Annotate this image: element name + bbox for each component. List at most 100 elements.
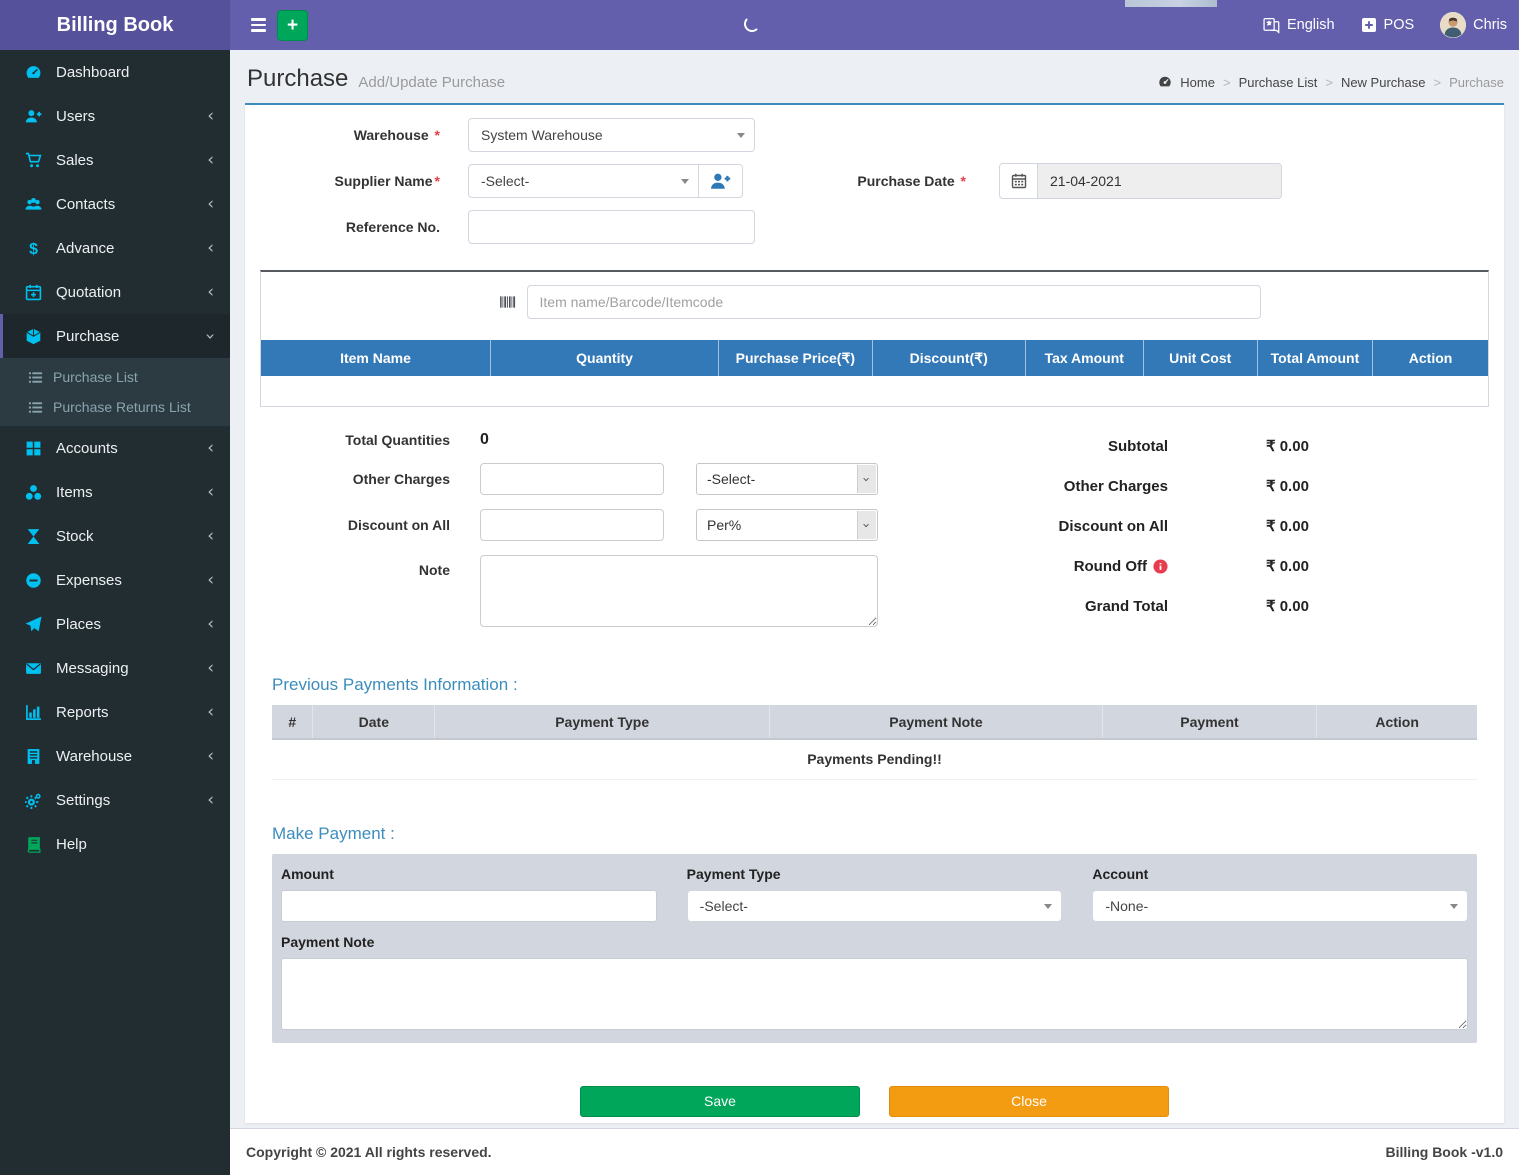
chevron-down-icon: ‹ [200, 332, 221, 340]
breadcrumb-separator: > [1433, 74, 1442, 90]
previous-payments-table: # Date Payment Type Payment Note Payment Acti… [272, 705, 1477, 780]
chevron-down-icon: ‹ [857, 511, 876, 539]
sidebar-item-contacts[interactable]: Contacts ‹ [0, 182, 230, 226]
purchase-date-input[interactable] [1038, 164, 1281, 198]
total-quantities-value: 0 [480, 431, 489, 448]
sidebar-item-label: Purchase [56, 327, 120, 345]
chevron-down-icon [681, 179, 689, 184]
sidebar-item-label: Stock [56, 527, 94, 545]
sidebar-item-users[interactable]: Users ‹ [0, 94, 230, 138]
sidebar-item-label: Settings [56, 791, 111, 809]
sidebar-item-advance[interactable]: $ Advance ‹ [0, 226, 230, 270]
items-column-total-amount: Total Amount [1257, 340, 1374, 376]
sidebar-item-label: Messaging [56, 659, 129, 677]
purchase-items-table: Item Name Quantity Purchase Price(₹) Discou… [261, 340, 1488, 376]
payment-note-textarea[interactable] [281, 957, 1468, 1030]
users-icon [25, 196, 42, 213]
cube-icon [25, 328, 42, 345]
discount-type-select[interactable]: Per% ‹ [696, 509, 878, 541]
sidebar-item-settings[interactable]: Settings ‹ [0, 778, 230, 822]
sidebar-item-quotation[interactable]: Quotation ‹ [0, 270, 230, 314]
sidebar-item-items[interactable]: Items ‹ [0, 470, 230, 514]
chevron-left-icon: ‹ [207, 193, 214, 214]
loading-spinner-icon [744, 16, 760, 32]
calendar-icon[interactable] [1000, 164, 1038, 198]
note-textarea[interactable] [480, 555, 878, 627]
app-logo[interactable]: Billing Book [0, 0, 230, 50]
sidebar-item-dashboard[interactable]: Dashboard [0, 50, 230, 94]
sidebar-subitem-label: Purchase Returns List [53, 399, 191, 415]
note-row: Note [260, 555, 905, 627]
sidebar-item-accounts[interactable]: Accounts ‹ [0, 426, 230, 470]
amount-input[interactable] [281, 889, 657, 922]
amount-summary: Subtotal ₹ 0.00 Other Charges ₹ 0.00 Discoun… [908, 431, 1361, 641]
summary-row-discount-on-all: Discount on All ₹ 0.00 [908, 513, 1361, 539]
reference-input[interactable] [468, 210, 755, 244]
discount-on-all-input[interactable] [480, 509, 664, 541]
purchase-submenu: Purchase List Purchase Returns List [0, 358, 230, 426]
items-box: Item NameQuantityPurchase Price(₹)Discou… [260, 270, 1489, 407]
payments-column-action: Action [1316, 705, 1477, 740]
breadcrumb-item-purchase-list[interactable]: Purchase List [1239, 75, 1318, 90]
payment-type-field-group: Payment Type -Select- [686, 866, 1063, 922]
make-payment-heading: Make Payment : [272, 823, 395, 843]
other-charges-select-value: -Select- [707, 471, 756, 487]
sidebar-item-help[interactable]: Help [0, 822, 230, 866]
payments-pending-message: Payments Pending!! [272, 739, 1477, 780]
sidebar-toggle-button[interactable] [240, 0, 276, 50]
sidebar-subitem-purchase-list[interactable]: Purchase List [0, 362, 230, 392]
sidebar-item-label: Help [56, 835, 87, 853]
sidebar-item-expenses[interactable]: Expenses ‹ [0, 558, 230, 602]
language-icon [1263, 17, 1280, 34]
list-icon [28, 370, 43, 385]
sidebar-item-reports[interactable]: Reports ‹ [0, 690, 230, 734]
chevron-left-icon: ‹ [207, 789, 214, 810]
sidebar-item-warehouse[interactable]: Warehouse ‹ [0, 734, 230, 778]
other-charges-label: Other Charges [352, 471, 450, 487]
add-supplier-button[interactable] [699, 164, 743, 198]
payment-type-select[interactable]: -Select- [686, 889, 1063, 922]
warehouse-select[interactable]: System Warehouse [468, 118, 755, 152]
sidebar-item-stock[interactable]: Stock ‹ [0, 514, 230, 558]
supplier-select[interactable]: -Select- [468, 164, 699, 198]
other-charges-select[interactable]: -Select- ‹ [696, 463, 878, 495]
sidebar-item-label: Contacts [56, 195, 116, 213]
sidebar-subitem-purchase-returns-list[interactable]: Purchase Returns List [0, 392, 230, 422]
user-avatar [1440, 12, 1467, 38]
sidebar-item-places[interactable]: Places ‹ [0, 602, 230, 646]
totals-section: Total Quantities 0 Other Charges -Select… [245, 431, 1504, 641]
chevron-left-icon: ‹ [207, 281, 214, 302]
sidebar-item-label: Reports [56, 703, 109, 721]
user-name: Chris [1473, 17, 1507, 33]
save-button[interactable]: Save [580, 1085, 860, 1117]
other-charges-input[interactable] [480, 463, 664, 495]
payments-column-payment-type: Payment Type [434, 705, 771, 740]
sidebar-item-sales[interactable]: Sales ‹ [0, 138, 230, 182]
item-search-input[interactable] [526, 285, 1261, 319]
breadcrumb-item-home[interactable]: Home [1180, 75, 1215, 90]
items-column-unit-cost: Unit Cost [1143, 340, 1258, 376]
required-asterisk: * [434, 173, 440, 189]
sidebar-item-purchase[interactable]: Purchase ‹ [0, 314, 230, 358]
chevron-left-icon: ‹ [207, 105, 214, 126]
chevron-down-icon [1450, 903, 1459, 909]
quick-add-button[interactable]: + [277, 10, 308, 41]
summary-value: ₹ 0.00 [1266, 438, 1309, 455]
breadcrumb-item-new-purchase[interactable]: New Purchase [1341, 75, 1426, 90]
account-field-group: Account -None- [1092, 866, 1469, 922]
gears-icon [25, 792, 42, 809]
close-button[interactable]: Close [889, 1085, 1169, 1117]
account-select[interactable]: -None- [1092, 889, 1469, 922]
pos-menu[interactable]: POS [1361, 17, 1414, 33]
breadcrumb: Home > Purchase List > New Purchase > Purchase [1158, 69, 1504, 90]
round-off-info-icon[interactable] [1153, 558, 1168, 574]
breadcrumb-separator: > [1325, 74, 1333, 90]
amount-field-group: Amount [281, 866, 657, 922]
language-menu[interactable]: English [1263, 17, 1335, 34]
summary-label: Other Charges [1063, 477, 1168, 495]
total-quantities-row: Total Quantities 0 [260, 431, 905, 449]
top-navbar: Billing Book + English POS Chris [0, 0, 1519, 50]
chevron-left-icon: ‹ [207, 149, 214, 170]
sidebar-item-messaging[interactable]: Messaging ‹ [0, 646, 230, 690]
user-menu[interactable]: Chris [1440, 12, 1507, 38]
